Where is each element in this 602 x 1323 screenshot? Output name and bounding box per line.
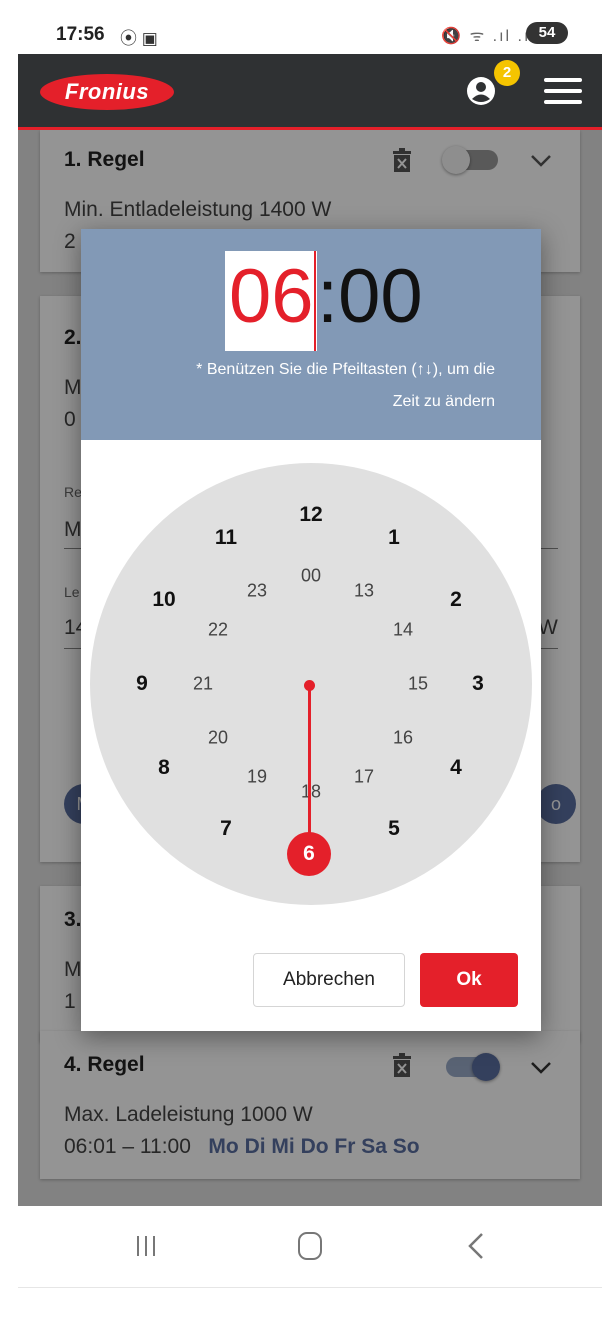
hour-option[interactable]: 18: [301, 782, 321, 803]
account-circle-icon[interactable]: [466, 76, 496, 106]
hour-option[interactable]: 19: [247, 767, 267, 788]
hour-option[interactable]: 17: [354, 767, 374, 788]
hour-option[interactable]: 23: [247, 581, 267, 602]
home-icon[interactable]: [298, 1232, 322, 1260]
hour-option[interactable]: 13: [354, 581, 374, 602]
battery-icon: 54: [526, 22, 568, 44]
hour-option[interactable]: 22: [208, 620, 228, 641]
hour-option[interactable]: 7: [220, 817, 232, 841]
time-picker-dialog: 06 :00 * Benützen Sie die Pfeiltasten (↑…: [81, 229, 541, 1031]
fronius-logo[interactable]: Fronius: [40, 74, 174, 110]
signal-icons: 🔇 ᯤ .ıl .ıl: [441, 28, 536, 45]
cancel-button[interactable]: Abbrechen: [253, 953, 405, 1007]
hour-option[interactable]: 14: [393, 620, 413, 641]
hour-option[interactable]: 3: [472, 672, 484, 696]
hour-option[interactable]: 16: [393, 728, 413, 749]
minute-input[interactable]: :00: [317, 259, 423, 335]
hour-option[interactable]: 10: [152, 588, 175, 612]
hour-option[interactable]: 1: [388, 526, 400, 550]
phone-screen: 17:56 ⦿ ▣ 🔇 ᯤ .ıl .ıl 54 Fronius 2 1. Re…: [0, 0, 602, 1323]
hour-option[interactable]: 2: [450, 588, 462, 612]
hour-option[interactable]: 5: [388, 817, 400, 841]
hour-option[interactable]: 11: [215, 526, 237, 550]
hour-option[interactable]: 4: [450, 756, 462, 780]
notification-badge: 2: [494, 60, 520, 86]
clock-center-dot: [304, 680, 315, 691]
hour-option[interactable]: 00: [301, 566, 321, 587]
app-bar: Fronius 2: [18, 54, 602, 130]
status-bar: 17:56 ⦿ ▣ 🔇 ᯤ .ıl .ıl 54: [18, 0, 602, 54]
hint-text: * Benützen Sie die Pfeiltasten (↑↓), um …: [196, 361, 495, 378]
status-notification-icons: ⦿ ▣: [120, 29, 158, 48]
selected-hour-handle[interactable]: 6: [287, 832, 331, 876]
back-icon[interactable]: [466, 1232, 486, 1260]
hour-option[interactable]: 9: [136, 672, 148, 696]
hamburger-menu-icon[interactable]: [544, 76, 582, 106]
hour-option[interactable]: 15: [408, 674, 428, 695]
hint-text: Zeit zu ändern: [392, 393, 495, 410]
text-cursor: [314, 251, 316, 351]
hour-option[interactable]: 21: [193, 674, 213, 695]
hour-input[interactable]: 06: [229, 259, 314, 335]
system-nav-bar: [18, 1206, 602, 1288]
recent-apps-icon[interactable]: [134, 1234, 158, 1258]
hour-option[interactable]: 8: [158, 756, 170, 780]
status-time: 17:56: [56, 24, 105, 45]
hour-option[interactable]: 20: [208, 728, 228, 749]
time-picker-header: 06 :00 * Benützen Sie die Pfeiltasten (↑…: [81, 229, 541, 440]
ok-button[interactable]: Ok: [420, 953, 518, 1007]
hour-option[interactable]: 12: [299, 503, 322, 527]
clock-hand: [308, 685, 311, 850]
